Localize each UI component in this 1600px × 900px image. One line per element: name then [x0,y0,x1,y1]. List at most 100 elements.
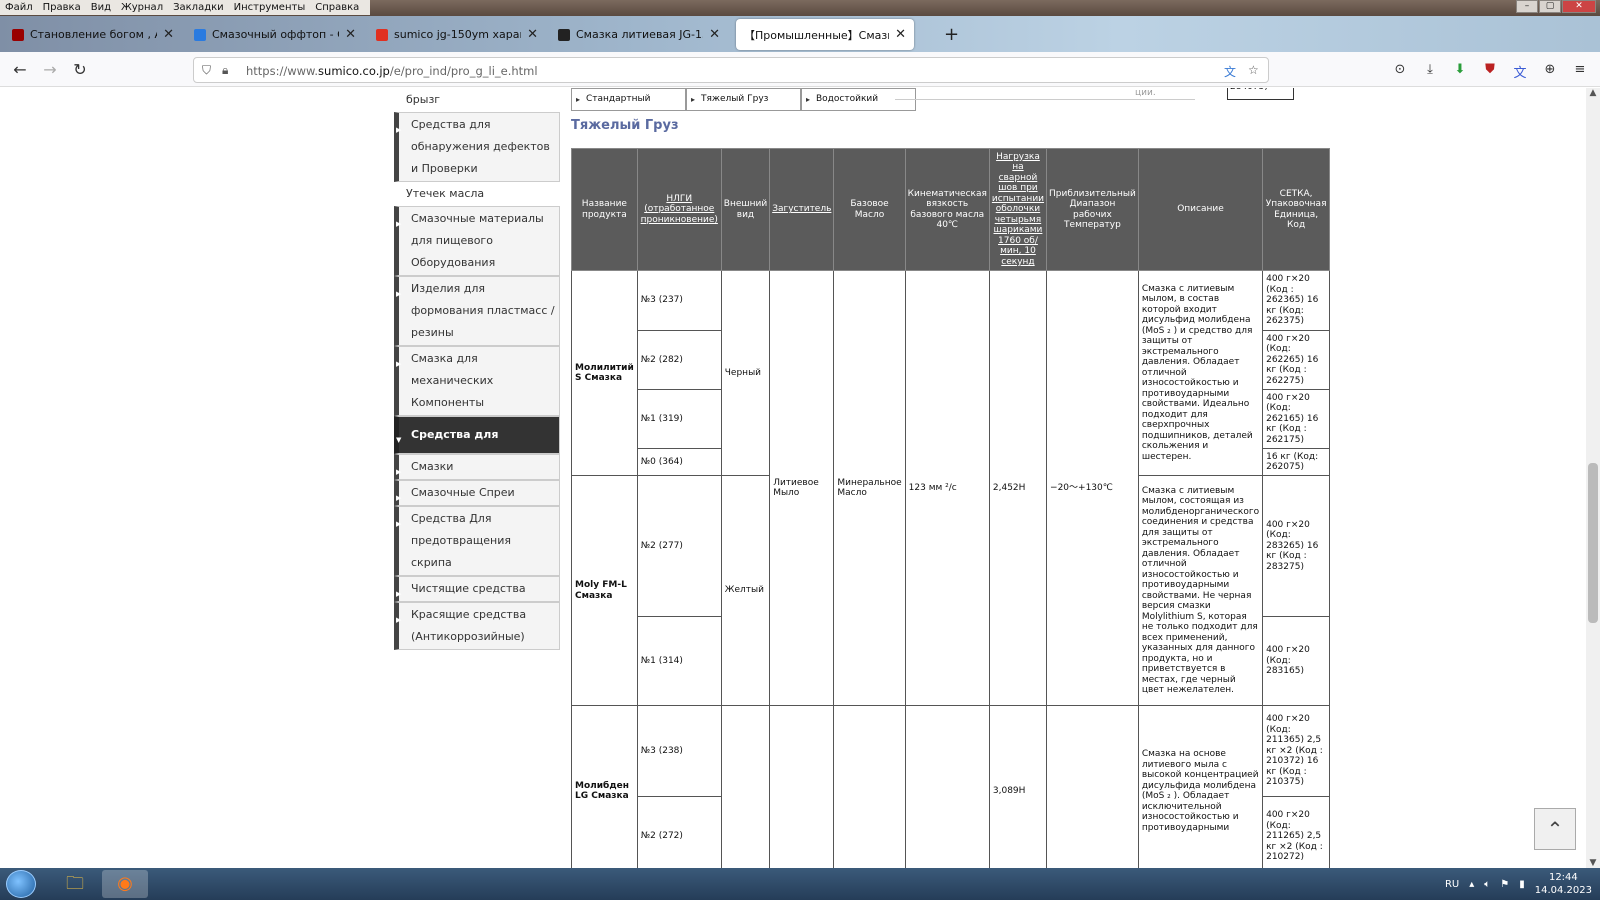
translate-icon[interactable]: ⽂ [1224,63,1236,80]
column-header[interactable]: Загуститель [769,148,835,271]
menu-item-5[interactable]: Инструменты [229,0,311,15]
section-title: Тяжелый Груз [571,118,1191,142]
browser-tab[interactable]: Становление богом , Apothec ✕ [4,19,182,50]
pack-code: 400 г×20 (Код: 211265) 2,5 кг ×2 (Код : … [1262,796,1331,868]
language-indicator[interactable]: RU [1445,879,1459,890]
sidebar-item[interactable]: брызг [394,88,560,112]
clock-time: 12:44 [1548,872,1578,883]
column-header[interactable]: НЛГИ (отработанное проникновение) [636,148,722,271]
sidebar-item[interactable]: ▶ Средства для обнаружения дефектов и Про… [394,112,560,182]
sidebar-item-label: Смазка для механических Компоненты [411,352,494,409]
translator-extension-icon[interactable]: ⽂ [1511,62,1529,81]
table-header-row: Название продукта НЛГИ (отработанное прон… [571,148,1331,271]
sidebar-item[interactable]: ▶ Смазка для механических Компоненты [394,346,560,416]
column-header-label[interactable]: НЛГИ (отработанное проникновение) [641,194,718,225]
sidebar-item[interactable]: ▶ Чистящие средства [394,576,560,602]
firefox-icon[interactable]: ◉ [102,870,148,898]
clock[interactable]: 12:44 14.04.2023 [1535,871,1592,897]
close-window-button[interactable]: ✕ [1562,0,1596,13]
tab-title: 【Промышленные】Смазки с ли [744,28,890,42]
browser-tab[interactable]: 【Промышленные】Смазки с ли ✕ [736,19,914,50]
browser-tab[interactable]: sumico jg-150ym характеристи ✕ [368,19,546,50]
lock-icon[interactable]: 🔒︎ [222,63,228,78]
maximize-button[interactable]: ▢ [1539,0,1561,13]
tab-title: Смазка литиевая JG-150YM 15 [576,28,703,41]
hamburger-menu-icon[interactable]: ≡ [1571,62,1589,77]
yandex-icon [376,28,388,41]
weld-load: 3,089Н [988,705,1048,868]
sidebar-item-label: брызг [406,93,441,106]
scrollbar-thumb[interactable] [1588,463,1598,623]
sidebar-item[interactable]: ▶ Смазочные Спреи [394,480,560,506]
category-tabs: СтандартныйТяжелый ГрузВодостойкий [571,88,916,111]
sidebar-item[interactable]: Утечек масла [394,182,560,206]
browser-tab[interactable]: Смазочный оффтоп - Страни ✕ [186,19,364,50]
column-header: Базовое Масло [833,148,906,271]
forward-icon[interactable]: → [40,60,60,79]
sidebar-item[interactable]: ▶ Средства Для предотвращения скрипа [394,506,560,576]
product-name: Молилитий S Смазка [571,270,638,476]
volume-icon[interactable]: 🔈︎ [1484,879,1490,890]
chevron-icon: ▼ [396,436,402,444]
column-header: Кинематическая вязкость базового масла 4… [904,148,990,271]
sidebar-item[interactable]: ▶ Изделия для формования пластмасс /резин… [394,276,560,346]
scroll-up-icon[interactable]: ▲ [1586,88,1600,98]
sidebar-item[interactable]: ▶ Красящие средства (Антикоррозийные) [394,602,560,650]
menu-item-1[interactable]: Правка [38,0,86,15]
category-tab[interactable]: Тяжелый Груз [686,88,801,111]
file-explorer-icon[interactable]: 🗀 [52,870,98,898]
shield-icon[interactable]: ⛉ [202,63,211,78]
back-icon[interactable]: ← [10,60,30,79]
nlgi-grade: №2 (282) [636,330,722,390]
menu-bar: Файл Правка Вид Журнал Закладки Инструменты Сп… [0,0,1600,16]
network-status-icon[interactable]: ⚑ [1500,879,1509,890]
vertical-scrollbar[interactable]: ▲ ▼ [1586,88,1600,868]
bookmark-star-icon[interactable]: ☆ [1248,63,1259,77]
start-button[interactable] [6,870,36,898]
scroll-down-icon[interactable]: ▼ [1586,858,1600,868]
globe-icon[interactable]: ⊕ [1541,62,1559,77]
sidebar-item-label: Смазочные материалы для пищевого Оборудо… [411,212,544,269]
close-tab-icon[interactable]: ✕ [527,27,538,42]
menu-item-2[interactable]: Вид [86,0,116,15]
previous-table-pack-cell: 284075) [1227,88,1294,100]
scroll-to-top-button[interactable]: ⌃ [1534,808,1576,850]
tray-expand-icon[interactable]: ▴ [1469,879,1474,890]
sidebar-item[interactable]: ▶ Смазочные материалы для пищевого Оборуд… [394,206,560,276]
url-text[interactable]: https://www.sumico.co.jp/e/pro_ind/pro_g… [246,64,538,78]
close-tab-icon[interactable]: ✕ [163,27,174,42]
minimize-button[interactable]: – [1516,0,1538,13]
menu-item-0[interactable]: Файл [0,0,38,15]
column-header-label[interactable]: Нагрузка на сварной шов при испытании об… [992,152,1044,267]
ao3-icon [12,28,24,41]
clock-date: 14.04.2023 [1534,885,1592,896]
system-tray: RU ▴ 🔈︎ ⚑ ▮ 12:44 14.04.2023 [1445,868,1592,900]
ublock-icon[interactable]: ⛊ [1481,62,1499,77]
sidebar-item[interactable]: ▶ Смазки [394,454,560,480]
address-bar[interactable]: ⛉ 🔒︎ https://www.sumico.co.jp/e/pro_ind/… [193,57,1269,83]
browser-tab[interactable]: Смазка литиевая JG-150YM 15 ✕ [550,19,728,50]
menu-item-6[interactable]: Справка [310,0,364,15]
page-content: брызг ▶ Средства для обнаружения дефектов … [0,88,1600,868]
sidebar-item[interactable]: ▼ Средства для [394,416,560,454]
sidebar-item-label: Смазочные Спреи [411,486,515,499]
download-icon[interactable]: ⤓ [1421,62,1439,77]
new-tab-button[interactable]: + [944,24,959,45]
pocket-icon[interactable]: ⊙ [1391,62,1409,77]
tab-title: Смазочный оффтоп - Страни [212,28,339,41]
extension-arrow-icon[interactable]: ⬇ [1451,62,1469,77]
close-tab-icon[interactable]: ✕ [709,27,720,42]
menu-item-3[interactable]: Журнал [116,0,168,15]
reload-icon[interactable]: ↻ [70,60,90,79]
base-oil [833,705,906,868]
sidebar-item-label: Смазки [411,460,454,473]
signal-icon[interactable]: ▮ [1519,879,1525,890]
tab-title: sumico jg-150ym характеристи [394,28,521,41]
category-tab[interactable]: Стандартный [571,88,686,111]
close-tab-icon[interactable]: ✕ [895,27,906,42]
close-tab-icon[interactable]: ✕ [345,27,356,42]
menu-item-4[interactable]: Закладки [168,0,229,15]
sidebar: брызг ▶ Средства для обнаружения дефектов … [394,88,560,650]
column-header[interactable]: Нагрузка на сварной шов при испытании об… [988,148,1048,271]
column-header-label[interactable]: Загуститель [772,204,831,214]
